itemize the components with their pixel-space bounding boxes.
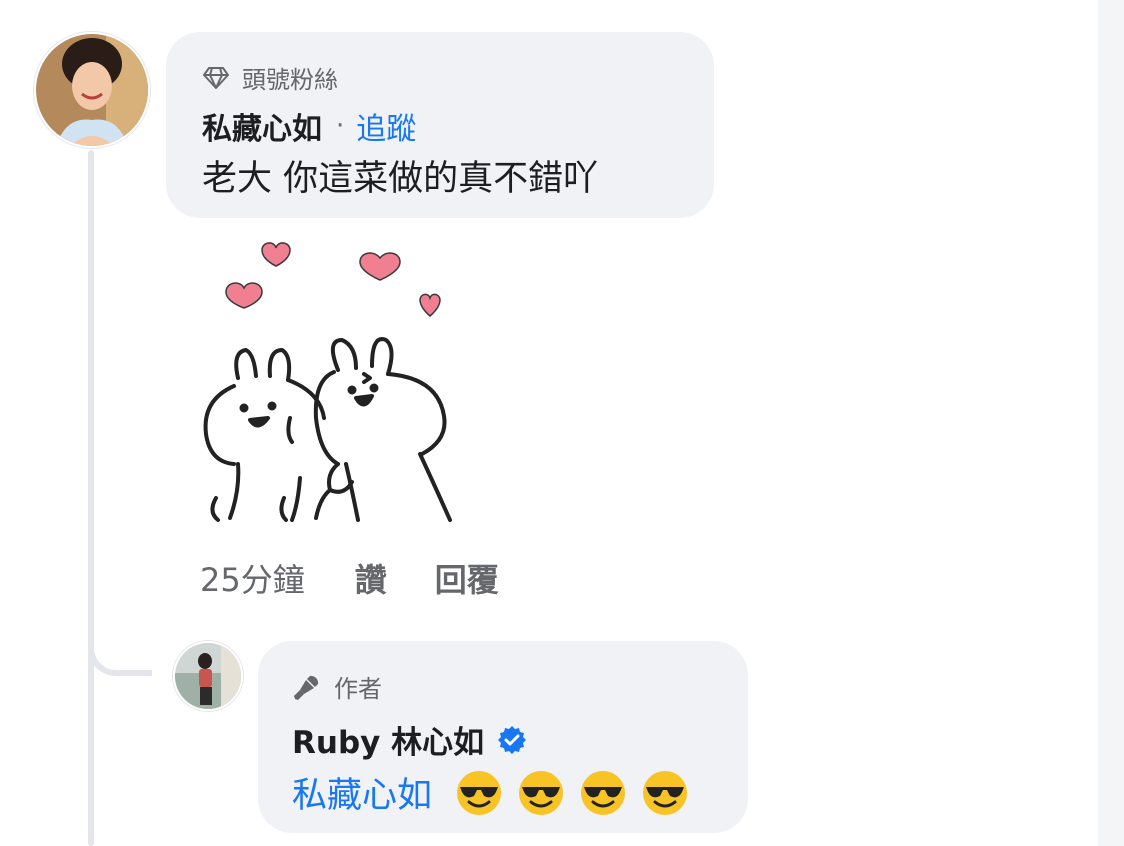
follow-link[interactable]: 追蹤 [356,104,416,148]
bunny-hug-sticker-icon [203,242,452,522]
verified-badge-icon [496,724,528,756]
commenter-avatar[interactable] [34,32,150,148]
mention-link[interactable]: 私藏心如 [292,767,432,818]
reply-text: 私藏心如 [292,767,702,818]
reply-author-name[interactable]: Ruby 林心如 [292,717,484,762]
reply-author-avatar[interactable] [173,641,243,711]
like-button[interactable]: 讚 [355,555,387,601]
diamond-icon [203,66,229,89]
reply-bubble: 作者 Ruby 林心如 私藏心如 [258,641,748,833]
thread-connector [88,600,152,676]
reply-author-row: Ruby 林心如 [292,717,528,762]
comment-text: 老大 你這菜做的真不錯吖 [202,159,599,199]
microphone-icon [294,675,319,700]
thread-line [88,150,94,846]
sunglasses-emoji-icon [516,768,566,818]
top-fan-badge[interactable]: 頭號粉絲 [202,60,338,95]
comment-timestamp[interactable]: 25分鐘 [200,555,305,601]
sunglasses-emoji-icon [454,768,504,818]
sunglasses-emoji-icon [640,768,690,818]
comment-bubble: 頭號粉絲 私藏心如 · 追蹤 老大 你這菜做的真不錯吖 [166,32,714,218]
comment-author-row: 私藏心如 · 追蹤 [202,104,416,148]
scroll-edge [1098,0,1124,846]
author-badge[interactable]: 作者 [292,669,382,704]
emoji-group [454,768,702,818]
reply-button[interactable]: 回覆 [435,555,499,601]
heart-icons [225,242,441,317]
badge-label: 作者 [334,675,382,703]
sunglasses-emoji-icon [578,768,628,818]
comment-actions: 25分鐘 讚 回覆 [200,555,499,601]
comment-author-name[interactable]: 私藏心如 [202,104,322,148]
avatar-photo-icon [175,643,241,709]
badge-label: 頭號粉絲 [242,66,338,94]
separator-dot: · [336,111,345,141]
avatar-photo-icon [36,34,148,146]
bunny-sticker[interactable] [188,228,468,538]
